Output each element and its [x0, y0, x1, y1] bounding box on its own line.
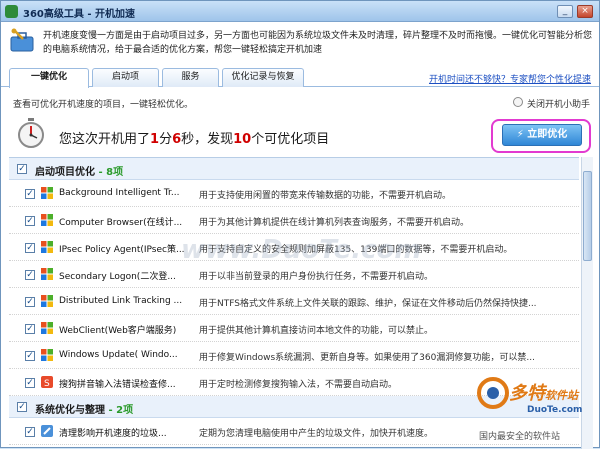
item-name: Secondary Logon(二次登... — [59, 272, 176, 282]
watermark-brand: 多特软件站 — [509, 383, 578, 404]
item-count: 10 — [233, 132, 252, 147]
windows-service-icon — [41, 268, 53, 280]
item-name: Background Intelligent Tr... — [59, 188, 180, 198]
helper-toggle-icon[interactable] — [513, 97, 523, 107]
item-description: 用于提供其他计算机直接访问本地文件的功能，可以禁止。 — [199, 326, 434, 336]
item-checkbox[interactable]: ✓ — [25, 243, 35, 253]
item-description: 用于为其他计算机提供在线计算机列表查询服务，不需要开机启动。 — [199, 218, 470, 228]
svg-text:S: S — [44, 379, 50, 388]
item-name: 搜狗拼音输入法错误检查修... — [59, 380, 176, 390]
item-description: 用于支持使用闲置的带宽来传输数据的功能，不需要开机启动。 — [199, 191, 452, 201]
info-text: 查看可优化开机速度的项目，一键轻松优化。 — [13, 100, 194, 110]
duote-swirl-icon — [477, 377, 509, 409]
optimize-now-button[interactable]: ⚡ 立即优化 — [502, 124, 582, 146]
list-item[interactable]: ✓ Secondary Logon(二次登... 用于以非当前登录的用户身份执行任务… — [9, 261, 579, 288]
item-name: IPsec Policy Agent(IPsec策... — [59, 245, 185, 255]
item-checkbox[interactable]: ✓ — [25, 270, 35, 280]
item-name: Computer Browser(在线计... — [59, 218, 183, 228]
app-logo-icon — [5, 5, 18, 18]
list-item[interactable]: ✓ Computer Browser(在线计... 用于为其他计算机提供在线计算机列… — [9, 207, 579, 234]
summary-text: 您这次开机用了1分6秒，发现10个可优化项目 — [59, 128, 329, 147]
boot-minutes: 1 — [150, 132, 160, 147]
item-checkbox[interactable]: ✓ — [25, 324, 35, 334]
tab-records-restore[interactable]: 优化记录与恢复 — [222, 68, 304, 87]
item-name: 清理影响开机速度的垃圾... — [59, 429, 167, 439]
sogou-app-icon: S — [41, 376, 53, 388]
group-title: 启动项目优化 - 8项 — [35, 167, 124, 178]
item-description: 用于以非当前登录的用户身份执行任务，不需要开机启动。 — [199, 272, 434, 282]
item-checkbox[interactable]: ✓ — [25, 351, 35, 361]
item-description: 用于修复Windows系统漏洞、更新自身等。如果使用了360漏洞修复功能，可以禁… — [199, 353, 535, 363]
list-item[interactable]: ✓ Distributed Link Tracking ... 用于NTFS格式文件… — [9, 288, 579, 315]
tab-one-click-optimize[interactable]: 一键优化 — [9, 68, 89, 88]
item-name: Windows Update( Windo... — [59, 350, 178, 360]
stopwatch-icon — [18, 118, 44, 148]
minutes-unit: 分 — [159, 132, 173, 147]
title-bar[interactable]: 360高级工具 - 开机加速 _ × — [1, 1, 599, 22]
tab-startup-items[interactable]: 启动项 — [92, 68, 159, 87]
window-title: 360高级工具 - 开机加速 — [23, 9, 135, 20]
group-checkbox[interactable]: ✓ — [17, 402, 27, 412]
list-item[interactable]: ✓ Windows Update( Windo... 用于修复Windows系统漏洞… — [9, 342, 579, 369]
group-checkbox[interactable]: ✓ — [17, 164, 27, 174]
info-strip: 查看可优化开机速度的项目，一键轻松优化。 关闭开机小助手 — [9, 89, 591, 113]
main-window: 360高级工具 - 开机加速 _ × 开机速度变慢一方面是由于启动项目过多，另一… — [0, 0, 600, 449]
windows-service-icon — [41, 295, 53, 307]
close-helper-link[interactable]: 关闭开机小助手 — [527, 97, 590, 110]
item-checkbox[interactable]: ✓ — [25, 189, 35, 199]
minimize-button[interactable]: _ — [557, 5, 573, 18]
watermark-text: www.DuoTe.com — [181, 235, 422, 265]
group-title: 系统优化与整理 - 2项 — [35, 405, 134, 416]
optimize-now-label: 立即优化 — [527, 129, 568, 140]
close-button[interactable]: × — [577, 5, 593, 18]
item-checkbox[interactable]: ✓ — [25, 216, 35, 226]
list-item[interactable]: ✓ WebClient(Web客户端服务) 用于提供其他计算机直接访问本地文件的功能… — [9, 315, 579, 342]
tab-services[interactable]: 服务 — [162, 68, 219, 87]
scrollbar-thumb[interactable] — [583, 171, 592, 261]
boot-seconds: 6 — [172, 132, 182, 147]
item-checkbox[interactable]: ✓ — [25, 378, 35, 388]
description-banner: 开机速度变慢一方面是由于启动项目过多，另一方面也可能因为系统垃圾文件未及时清理，… — [1, 23, 599, 63]
group-startup[interactable]: ✓ 启动项目优化 - 8项 — [9, 158, 579, 180]
list-item[interactable]: ✓ Background Intelligent Tr... 用于支持使用闲置的带宽… — [9, 180, 579, 207]
watermark-tagline: 国内最安全的软件站 — [479, 432, 561, 442]
item-checkbox[interactable]: ✓ — [25, 427, 35, 437]
windows-service-icon — [41, 241, 53, 253]
watermark-logo: 多特软件站 DuoTe.com 国内最安全的软件站 — [469, 375, 599, 447]
windows-service-icon — [41, 187, 53, 199]
summary-suffix: 个可优化项目 — [251, 132, 330, 147]
summary-prefix: 您这次开机用了 — [59, 132, 151, 147]
item-name: WebClient(Web客户端服务) — [59, 326, 177, 336]
windows-service-icon — [41, 349, 53, 361]
toolbox-icon — [10, 28, 34, 52]
watermark-domain: DuoTe.com — [527, 405, 583, 415]
seconds-unit: 秒，发现 — [181, 132, 234, 147]
cleanup-icon — [41, 425, 53, 437]
windows-service-icon — [41, 322, 53, 334]
item-checkbox[interactable]: ✓ — [25, 297, 35, 307]
description-text: 开机速度变慢一方面是由于启动项目过多，另一方面也可能因为系统垃圾文件未及时清理，… — [43, 31, 593, 55]
tab-bar: 一键优化 启动项 服务 优化记录与恢复 开机时间还不够快？专家帮您个性化提速 — [1, 65, 599, 88]
expert-speedup-link[interactable]: 开机时间还不够快？专家帮您个性化提速 — [429, 72, 591, 85]
item-description: 用于NTFS格式文件系统上文件关联的跟踪、维护，保证在文件移动后仍然保持快捷..… — [199, 299, 537, 309]
boot-summary: 您这次开机用了1分6秒，发现10个可优化项目 ⚡ 立即优化 — [9, 115, 591, 155]
item-name: Distributed Link Tracking ... — [59, 296, 183, 306]
windows-service-icon — [41, 214, 53, 226]
